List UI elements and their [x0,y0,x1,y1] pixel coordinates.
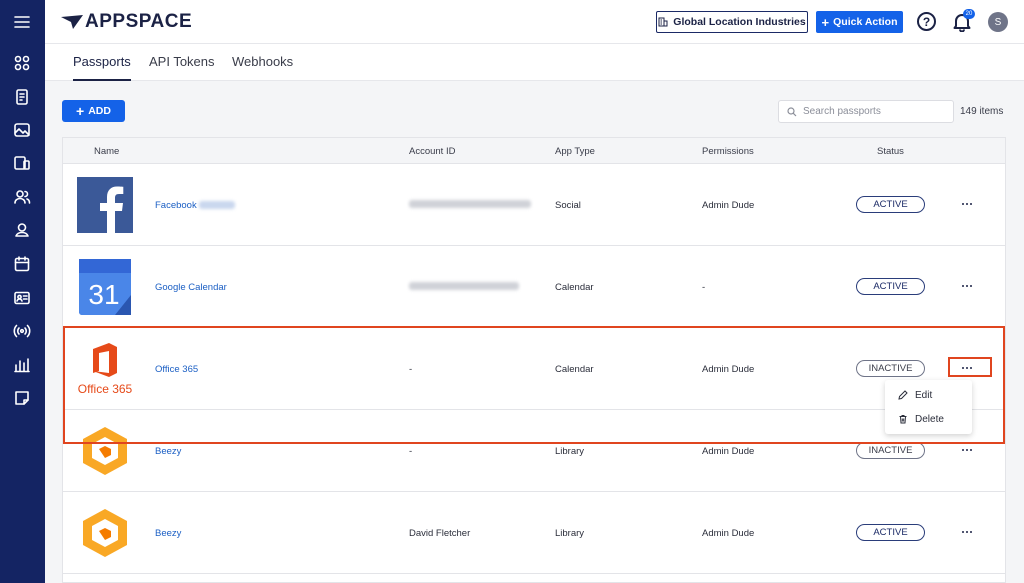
column-header-name[interactable]: Name [94,146,119,157]
logo-text: APPSPACE [85,11,193,32]
permissions-cell: Admin Dude [702,364,755,375]
add-label: ADD [88,105,111,117]
passport-name[interactable]: Beezy [155,528,181,539]
more-options-icon[interactable] [956,361,978,375]
appspace-logo[interactable]: APPSPACE [61,11,192,33]
more-options-icon[interactable] [956,525,978,539]
more-options-icon[interactable] [956,443,978,457]
redacted-account-id [409,200,531,208]
plus-icon: + [821,14,830,30]
pencil-icon [898,390,908,400]
status-badge: INACTIVE [856,360,925,377]
passport-name[interactable]: Google Calendar [155,282,227,293]
location-label: Global Location Industries [673,16,806,28]
calendar-day-text: 31 [88,279,119,310]
redacted-account-id [409,282,519,290]
column-header-permissions[interactable]: Permissions [702,146,754,157]
table-row[interactable]: 31 Google Calendar Calendar - ACTIVE [63,246,1005,328]
tab-bar: Passports API Tokens Webhooks [45,44,1024,81]
trash-icon [899,415,907,424]
office365-logo-text: Office 365 [78,382,133,396]
analytics-icon[interactable] [12,355,32,375]
status-badge: ACTIVE [856,278,925,295]
tab-passports[interactable]: Passports [73,54,131,81]
column-header-app-type[interactable]: App Type [555,146,595,157]
image-icon[interactable] [12,120,32,140]
passport-name-text: Facebook [155,200,197,211]
column-header-account-id[interactable]: Account ID [409,146,455,157]
search-input[interactable] [803,106,943,117]
id-card-icon[interactable] [12,288,32,308]
plus-icon: + [76,103,85,119]
table-header: Name Account ID App Type Permissions Sta… [63,138,1005,164]
tab-webhooks[interactable]: Webhooks [232,54,293,81]
beezy-logo [83,509,127,557]
app-type-cell: Calendar [555,364,594,375]
items-count: 149 items [960,106,1004,117]
account-id-cell [409,200,531,211]
table-row[interactable]: Beezy David Fletcher Library Admin Dude … [63,492,1005,574]
users-icon[interactable] [12,187,32,207]
account-id-cell: - [409,446,413,457]
edit-label: Edit [915,389,933,401]
avatar[interactable]: S [988,12,1008,32]
edit-menu-item[interactable]: Edit [885,384,972,406]
passports-table: Name Account ID App Type Permissions Sta… [62,137,1006,583]
office365-logo: Office 365 [78,343,133,396]
appspace-logo-mark-icon [61,15,83,29]
facebook-logo [77,177,133,233]
top-bar: APPSPACE Global Location Industries + Qu… [45,0,1024,44]
app-type-cell: Library [555,528,585,539]
account-id-cell: - [409,364,413,375]
more-options-icon[interactable] [956,279,978,293]
app-type-cell: Library [555,446,585,457]
dashboard-icon[interactable] [12,53,32,73]
permissions-cell: Admin Dude [702,200,755,211]
calendar-icon[interactable] [12,254,32,274]
add-passport-button[interactable]: + ADD [62,100,125,122]
building-icon [658,17,668,27]
help-icon[interactable]: ? [917,12,936,31]
passport-name[interactable]: Office 365 [155,364,198,375]
quick-action-label: Quick Action [833,16,898,28]
sidebar [0,0,45,583]
account-id-cell [409,282,519,293]
delete-menu-item[interactable]: Delete [885,408,972,430]
tab-api-tokens[interactable]: API Tokens [149,54,215,81]
quick-action-button[interactable]: + Quick Action [816,11,903,33]
passport-name[interactable]: Beezy [155,446,181,457]
account-id-cell: David Fletcher [409,528,471,539]
broadcast-icon[interactable] [12,321,32,341]
menu-icon[interactable] [12,12,32,32]
content-icon[interactable] [12,87,32,107]
devices-icon[interactable] [12,153,32,173]
table-row[interactable]: Beezy - Library Admin Dude INACTIVE [63,410,1005,492]
notification-badge: 20 [963,9,975,19]
location-selector-button[interactable]: Global Location Industries [656,11,808,33]
beezy-logo [83,427,127,475]
redacted-text [199,201,236,210]
permissions-cell: Admin Dude [702,528,755,539]
google-calendar-logo: 31 [79,259,131,315]
app-type-cell: Social [555,200,581,211]
location-icon[interactable] [12,220,32,240]
row-options-menu: Edit Delete [885,380,972,434]
more-options-icon[interactable] [956,197,978,211]
search-icon [787,106,797,116]
column-header-status[interactable]: Status [877,146,904,157]
passport-name[interactable]: Facebook [155,200,236,211]
permissions-cell: Admin Dude [702,446,755,457]
help-glyph: ? [922,14,931,29]
search-box[interactable] [778,100,954,123]
delete-label: Delete [915,413,944,425]
note-icon[interactable] [12,388,32,408]
table-row[interactable]: Facebook Social Admin Dude ACTIVE [63,164,1005,246]
table-row[interactable]: Office 365 Office 365 - Calendar Admin D… [63,328,1005,410]
status-badge: ACTIVE [856,196,925,213]
app-type-cell: Calendar [555,282,594,293]
status-badge: ACTIVE [856,524,925,541]
permissions-cell: - [702,282,706,293]
status-badge: INACTIVE [856,442,925,459]
